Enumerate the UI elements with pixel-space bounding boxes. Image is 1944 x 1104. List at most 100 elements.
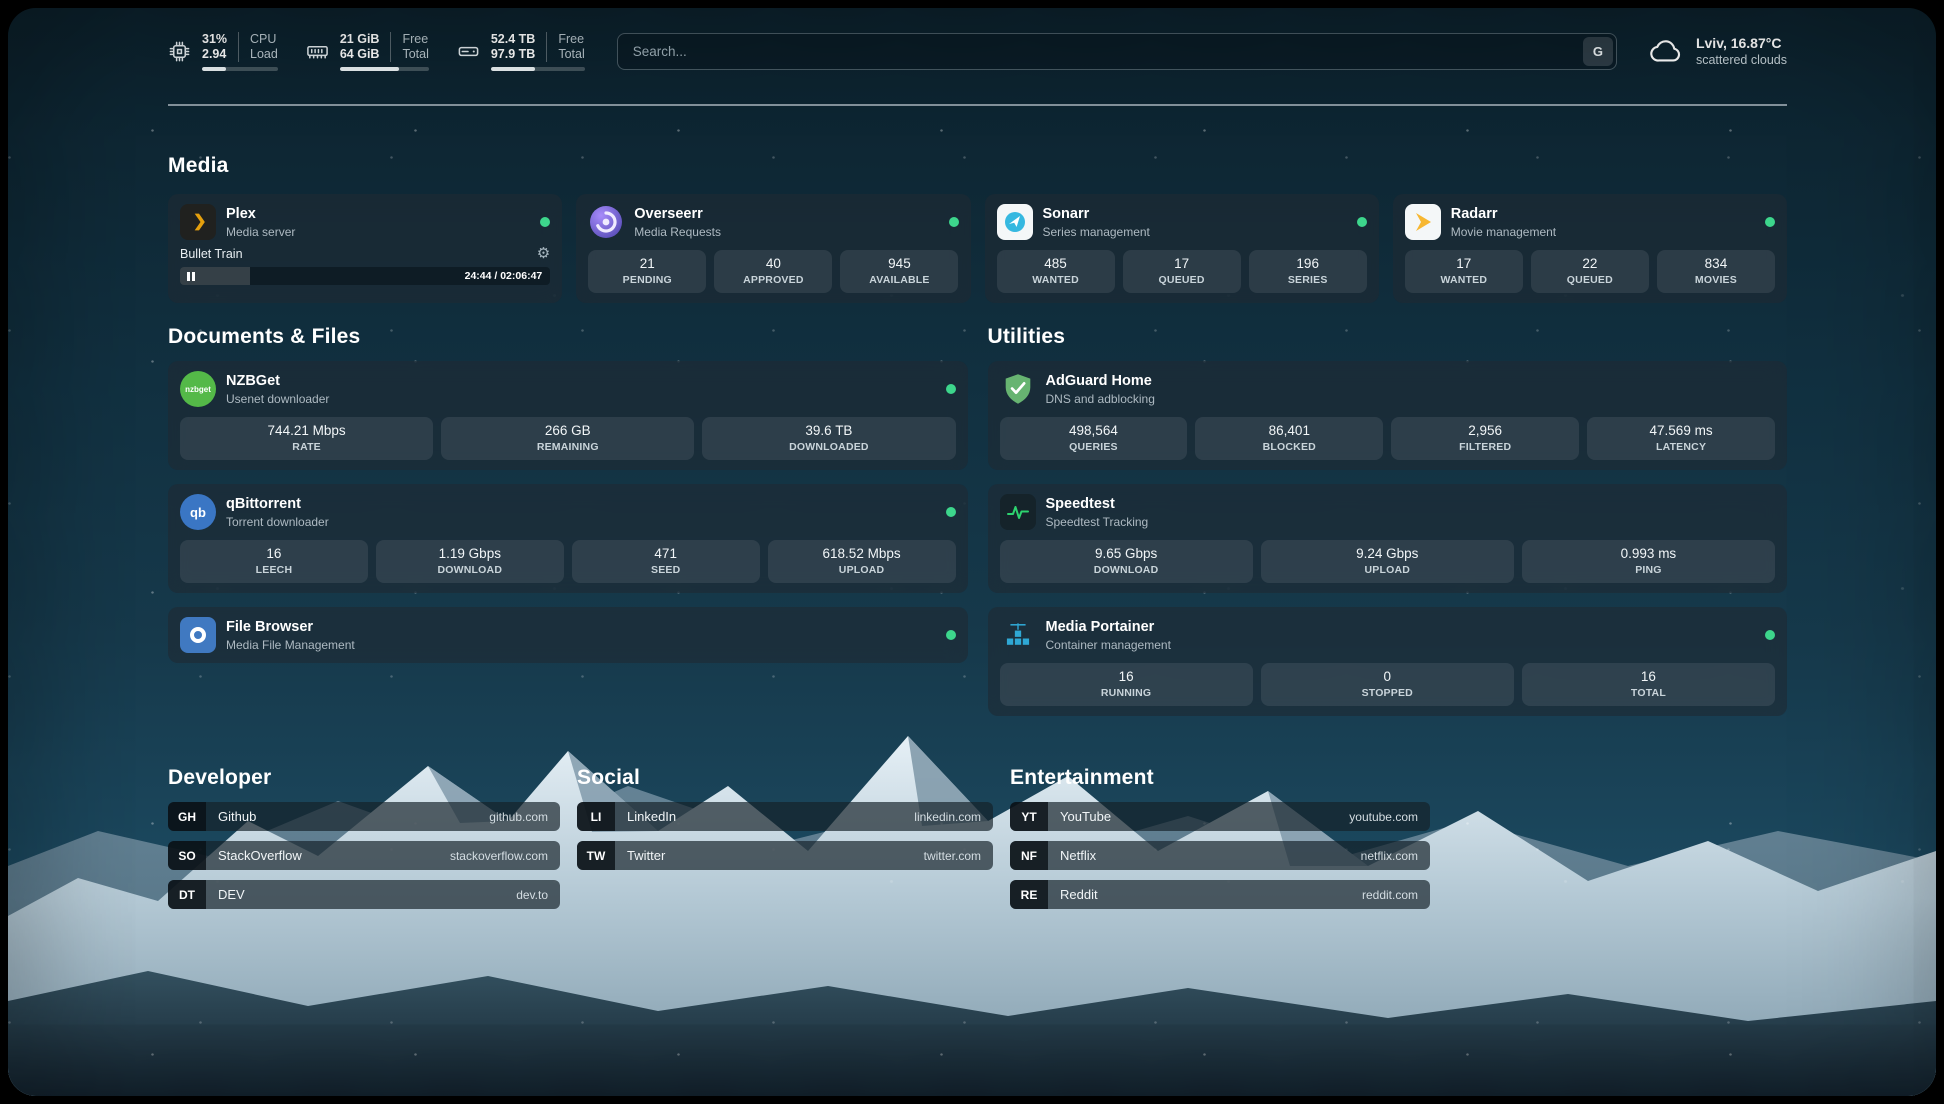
app-subtitle: Media server: [226, 225, 295, 239]
status-indicator: [1357, 217, 1367, 227]
stat-blocked: 86,401BLOCKED: [1195, 417, 1383, 460]
search-engine-button[interactable]: G: [1583, 37, 1613, 66]
sonarr-stats: 485WANTED 17QUEUED 196SERIES: [997, 250, 1367, 293]
nzbget-icon: nzbget: [180, 371, 216, 407]
app-subtitle: Media Requests: [634, 225, 721, 239]
settings-gear-icon[interactable]: ⚙: [537, 247, 550, 261]
speedtest-card[interactable]: Speedtest Speedtest Tracking 9.65 GbpsDO…: [988, 484, 1788, 593]
app-subtitle: Series management: [1043, 225, 1150, 239]
stat-stopped: 0STOPPED: [1261, 663, 1514, 706]
app-subtitle: Container management: [1046, 638, 1171, 652]
media-grid: Plex Media server Bullet Train ⚙ 24:44 /…: [168, 194, 1787, 303]
stackoverflow-badge-icon: SO: [168, 841, 206, 870]
bookmark-dev[interactable]: DT DEV dev.to: [168, 880, 560, 909]
dashboard: 31% 2.94 CPU Load: [8, 8, 1936, 1096]
bookmark-reddit[interactable]: RE Reddit reddit.com: [1010, 880, 1430, 909]
stat-latency: 47.569 msLATENCY: [1587, 417, 1775, 460]
filebrowser-card[interactable]: File Browser Media File Management: [168, 607, 968, 663]
stat-approved: 40APPROVED: [714, 250, 832, 293]
memory-icon: [306, 40, 329, 63]
nzbget-card[interactable]: nzbget NZBGet Usenet downloader 744.21 M…: [168, 361, 968, 470]
stat-upload: 618.52 MbpsUPLOAD: [768, 540, 956, 583]
stat-total: 16TOTAL: [1522, 663, 1775, 706]
app-subtitle: Movie management: [1451, 225, 1556, 239]
app-name: Speedtest: [1046, 496, 1149, 513]
section-title-social: Social: [577, 766, 993, 790]
overseerr-card[interactable]: Overseerr Media Requests 21PENDING 40APP…: [576, 194, 970, 303]
bookmark-netflix[interactable]: NF Netflix netflix.com: [1010, 841, 1430, 870]
app-name: File Browser: [226, 619, 355, 636]
status-indicator: [1765, 630, 1775, 640]
stat-pending: 21PENDING: [588, 250, 706, 293]
qbittorrent-stats: 16LEECH 1.19 GbpsDOWNLOAD 471SEED 618.52…: [180, 540, 956, 583]
app-subtitle: Usenet downloader: [226, 392, 329, 406]
app-subtitle: Media File Management: [226, 638, 355, 652]
system-metrics: 31% 2.94 CPU Load: [168, 32, 585, 71]
status-indicator: [949, 217, 959, 227]
stat-series: 196SERIES: [1249, 250, 1367, 293]
stat-download: 9.65 GbpsDOWNLOAD: [1000, 540, 1253, 583]
playback-time: 24:44 / 02:06:47: [465, 270, 543, 282]
memory-free-value: 21 GiB: [340, 32, 380, 47]
stat-queries: 498,564QUERIES: [1000, 417, 1188, 460]
memory-total-label: Total: [402, 47, 428, 62]
pause-button[interactable]: [187, 272, 195, 281]
section-title-entertainment: Entertainment: [1010, 766, 1430, 790]
middle-columns: Documents & Files nzbget NZBGet Usenet d…: [168, 325, 1787, 716]
radarr-stats: 17WANTED 22QUEUED 834MOVIES: [1405, 250, 1775, 293]
weather-widget: Lviv, 16.87°C scattered clouds: [1649, 34, 1787, 68]
social-group: Social LI LinkedIn linkedin.com TW Twitt…: [577, 766, 993, 880]
portainer-card[interactable]: Media Portainer Container management 16R…: [988, 607, 1788, 716]
qbittorrent-card[interactable]: qb qBittorrent Torrent downloader 16LEEC…: [168, 484, 968, 593]
app-name: Media Portainer: [1046, 619, 1171, 636]
overseerr-icon: [588, 204, 624, 240]
filebrowser-icon: [180, 617, 216, 653]
bookmark-linkedin[interactable]: LI LinkedIn linkedin.com: [577, 802, 993, 831]
cpu-load-value: 2.94: [202, 47, 227, 62]
section-title-utilities: Utilities: [988, 325, 1788, 349]
portainer-icon: [1000, 617, 1036, 653]
qbittorrent-icon: qb: [180, 494, 216, 530]
disk-free-label: Free: [558, 32, 584, 47]
disk-progress-bar: [491, 67, 585, 71]
stat-filtered: 2,956FILTERED: [1391, 417, 1579, 460]
cloud-icon: [1649, 38, 1683, 64]
nzbget-stats: 744.21 MbpsRATE 266 GBREMAINING 39.6 TBD…: [180, 417, 956, 460]
plex-card[interactable]: Plex Media server Bullet Train ⚙ 24:44 /…: [168, 194, 562, 303]
speedtest-icon: [1000, 494, 1036, 530]
app-subtitle: DNS and adblocking: [1046, 392, 1155, 406]
adguard-stats: 498,564QUERIES 86,401BLOCKED 2,956FILTER…: [1000, 417, 1776, 460]
search-input[interactable]: [617, 33, 1617, 70]
app-name: Radarr: [1451, 206, 1556, 223]
status-indicator: [946, 507, 956, 517]
cpu-percent: 31%: [202, 32, 227, 47]
stat-download: 1.19 GbpsDOWNLOAD: [376, 540, 564, 583]
stat-running: 16RUNNING: [1000, 663, 1253, 706]
sonarr-card[interactable]: Sonarr Series management 485WANTED 17QUE…: [985, 194, 1379, 303]
sonarr-icon: [997, 204, 1033, 240]
cpu-widget: 31% 2.94 CPU Load: [168, 32, 278, 71]
bookmark-twitter[interactable]: TW Twitter twitter.com: [577, 841, 993, 870]
bookmark-youtube[interactable]: YT YouTube youtube.com: [1010, 802, 1430, 831]
app-subtitle: Torrent downloader: [226, 515, 329, 529]
stat-rate: 744.21 MbpsRATE: [180, 417, 433, 460]
stat-downloaded: 39.6 TBDOWNLOADED: [702, 417, 955, 460]
radarr-card[interactable]: Radarr Movie management 17WANTED 22QUEUE…: [1393, 194, 1787, 303]
youtube-badge-icon: YT: [1010, 802, 1048, 831]
playback-progress-bar[interactable]: 24:44 / 02:06:47: [180, 267, 550, 285]
bookmark-stackoverflow[interactable]: SO StackOverflow stackoverflow.com: [168, 841, 560, 870]
app-name: AdGuard Home: [1046, 373, 1155, 390]
app-subtitle: Speedtest Tracking: [1046, 515, 1149, 529]
section-title-documents: Documents & Files: [168, 325, 968, 349]
disk-icon: [457, 40, 480, 63]
overseerr-stats: 21PENDING 40APPROVED 945AVAILABLE: [588, 250, 958, 293]
portainer-stats: 16RUNNING 0STOPPED 16TOTAL: [1000, 663, 1776, 706]
stat-wanted: 17WANTED: [1405, 250, 1523, 293]
cpu-progress-bar: [202, 67, 278, 71]
disk-widget: 52.4 TB 97.9 TB Free Total: [457, 32, 585, 71]
app-name: qBittorrent: [226, 496, 329, 513]
bookmark-github[interactable]: GH Github github.com: [168, 802, 560, 831]
adguard-card[interactable]: AdGuard Home DNS and adblocking 498,564Q…: [988, 361, 1788, 470]
linkedin-badge-icon: LI: [577, 802, 615, 831]
search-bar: G: [617, 33, 1617, 70]
